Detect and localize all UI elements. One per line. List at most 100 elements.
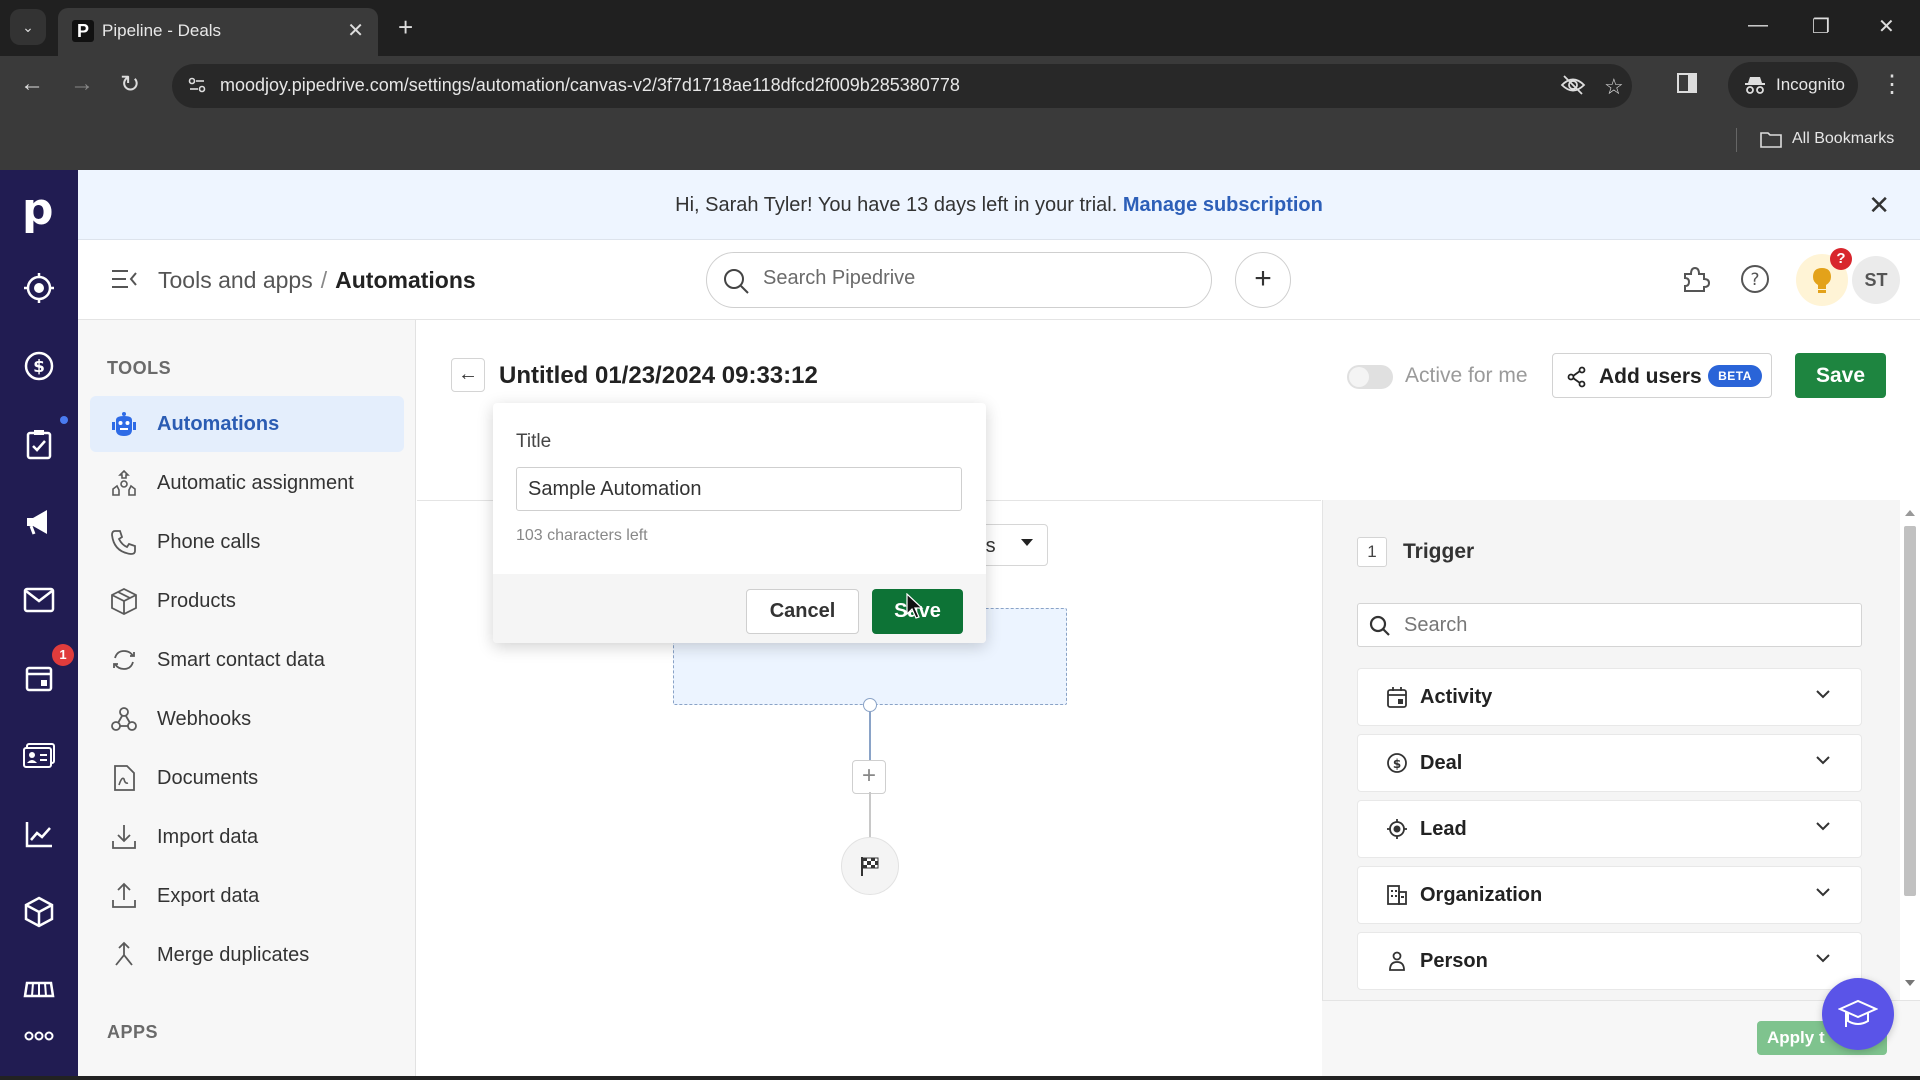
close-window-icon[interactable]: ✕ bbox=[1878, 14, 1895, 39]
close-banner-icon[interactable]: ✕ bbox=[1868, 190, 1890, 221]
add-step-button[interactable]: + bbox=[852, 760, 886, 794]
app-nav-rail: p $ 1 bbox=[0, 170, 78, 1080]
site-info-icon[interactable] bbox=[186, 74, 210, 98]
leads-icon[interactable] bbox=[19, 268, 59, 308]
help-icon[interactable]: ? bbox=[1740, 264, 1770, 294]
trigger-category-deal[interactable]: $ Deal bbox=[1357, 734, 1862, 792]
browser-tab[interactable]: P Pipeline - Deals ✕ bbox=[58, 8, 378, 56]
campaigns-icon[interactable] bbox=[19, 502, 59, 542]
all-bookmarks-button[interactable]: All Bookmarks bbox=[1760, 130, 1894, 148]
insights-icon[interactable] bbox=[19, 814, 59, 854]
chevron-down-icon bbox=[1815, 755, 1831, 765]
sidebar-item-smart-contact-data[interactable]: Smart contact data bbox=[90, 632, 404, 688]
browser-menu-icon[interactable]: ⋮ bbox=[1880, 70, 1904, 99]
close-tab-icon[interactable]: ✕ bbox=[347, 18, 364, 43]
active-toggle[interactable] bbox=[1347, 365, 1393, 389]
sidebar-item-label: Automations bbox=[157, 413, 280, 435]
forward-icon[interactable]: → bbox=[70, 70, 94, 98]
manage-subscription-link[interactable]: Manage subscription bbox=[1123, 194, 1323, 216]
trigger-panel-scrollbar[interactable] bbox=[1902, 510, 1918, 990]
pipedrive-favicon: P bbox=[72, 20, 94, 42]
step-number: 1 bbox=[1357, 537, 1387, 567]
side-panel-icon[interactable] bbox=[1676, 72, 1698, 94]
tools-heading: TOOLS bbox=[107, 358, 172, 378]
trigger-search[interactable] bbox=[1357, 603, 1862, 647]
cancel-button[interactable]: Cancel bbox=[746, 589, 859, 634]
sidebar-item-products[interactable]: Products bbox=[90, 573, 404, 629]
eye-off-icon[interactable] bbox=[1560, 74, 1586, 96]
more-icon[interactable] bbox=[19, 1016, 59, 1056]
trigger-search-input[interactable] bbox=[1404, 614, 1844, 637]
all-bookmarks-label: All Bookmarks bbox=[1792, 130, 1895, 147]
characters-left: 103 characters left bbox=[516, 527, 648, 544]
user-avatar[interactable]: ST bbox=[1852, 256, 1900, 304]
pipedrive-logo[interactable]: p bbox=[22, 184, 54, 235]
minimize-icon[interactable]: — bbox=[1748, 14, 1768, 37]
tab-search-button[interactable]: ⌄ bbox=[10, 9, 46, 45]
sidebar-item-automatic-assignment[interactable]: Automatic assignment bbox=[90, 455, 404, 511]
restore-icon[interactable]: ❐ bbox=[1812, 14, 1830, 39]
bookmark-star-icon[interactable]: ☆ bbox=[1604, 74, 1624, 100]
products-icon[interactable] bbox=[19, 892, 59, 932]
reload-icon[interactable]: ↻ bbox=[120, 70, 140, 99]
sidebar-item-label: Export data bbox=[157, 885, 260, 907]
sidebar-item-import-data[interactable]: Import data bbox=[90, 809, 404, 865]
sidebar-item-label: Documents bbox=[157, 767, 259, 789]
global-search[interactable] bbox=[706, 252, 1212, 308]
sidebar-item-automations[interactable]: Automations bbox=[90, 396, 404, 452]
trigger-category-lead[interactable]: Lead bbox=[1357, 800, 1862, 858]
title-input[interactable] bbox=[516, 467, 962, 511]
sidebar-item-webhooks[interactable]: Webhooks bbox=[90, 691, 404, 747]
scroll-down-icon[interactable] bbox=[1905, 980, 1915, 986]
contacts-icon[interactable] bbox=[19, 736, 59, 776]
breadcrumb: Tools and apps / Automations bbox=[158, 267, 476, 294]
sidebar-item-documents[interactable]: Documents bbox=[90, 750, 404, 806]
back-button[interactable]: ← bbox=[451, 358, 485, 392]
sidebar-item-label: Import data bbox=[157, 826, 259, 848]
document-icon bbox=[110, 764, 138, 792]
new-tab-button[interactable]: + bbox=[398, 12, 413, 43]
window-bottom-edge bbox=[0, 1076, 1920, 1080]
marketplace-icon[interactable] bbox=[19, 970, 59, 1010]
incognito-indicator[interactable]: Incognito bbox=[1728, 62, 1858, 108]
person-icon bbox=[1386, 950, 1410, 974]
trigger-category-activity[interactable]: Activity bbox=[1357, 668, 1862, 726]
add-users-button[interactable]: Add users BETA bbox=[1552, 353, 1772, 398]
back-icon[interactable]: ← bbox=[20, 70, 44, 98]
sidebar-item-export-data[interactable]: Export data bbox=[90, 868, 404, 924]
search-icon bbox=[721, 266, 751, 296]
scrollbar-thumb[interactable] bbox=[1904, 526, 1916, 896]
academy-button[interactable] bbox=[1822, 978, 1894, 1050]
category-label: Person bbox=[1420, 950, 1488, 972]
automation-title[interactable]: Untitled 01/23/2024 09:33:12 bbox=[499, 362, 818, 390]
scroll-up-icon[interactable] bbox=[1905, 510, 1915, 516]
global-search-input[interactable] bbox=[763, 267, 1183, 290]
trigger-category-person[interactable]: Person bbox=[1357, 932, 1862, 990]
calendar-icon[interactable] bbox=[19, 658, 59, 698]
active-for-me-label: Active for me bbox=[1405, 364, 1528, 387]
deals-icon[interactable]: $ bbox=[19, 346, 59, 386]
sidebar-item-phone-calls[interactable]: Phone calls bbox=[90, 514, 404, 570]
quick-add-button[interactable]: + bbox=[1235, 252, 1291, 308]
sidebar-item-merge-duplicates[interactable]: Merge duplicates bbox=[90, 927, 404, 983]
export-icon bbox=[110, 882, 138, 910]
trigger-category-organization[interactable]: Organization bbox=[1357, 866, 1862, 924]
extensions-puzzle-icon[interactable] bbox=[1680, 264, 1710, 294]
sidebar-item-label: Products bbox=[157, 590, 236, 612]
incognito-label: Incognito bbox=[1776, 75, 1845, 94]
sidebar-item-label: Merge duplicates bbox=[157, 944, 310, 966]
collapse-menu-icon[interactable] bbox=[110, 268, 138, 290]
target-icon bbox=[1386, 818, 1410, 842]
webhook-icon bbox=[110, 705, 138, 733]
mail-icon[interactable] bbox=[19, 580, 59, 620]
address-bar[interactable]: moodjoy.pipedrive.com/settings/automatio… bbox=[172, 64, 1632, 108]
trial-message: Hi, Sarah Tyler! You have 13 days left i… bbox=[78, 194, 1920, 217]
browser-tab-strip: ⌄ P Pipeline - Deals ✕ + — ❐ ✕ bbox=[0, 0, 1920, 56]
breadcrumb-tools-and-apps[interactable]: Tools and apps bbox=[158, 267, 313, 293]
sidebar-item-label: Webhooks bbox=[157, 708, 252, 730]
tasks-icon[interactable] bbox=[19, 424, 59, 464]
bookmarks-bar: All Bookmarks bbox=[0, 114, 1920, 170]
dollar-icon: $ bbox=[1386, 752, 1410, 776]
save-button[interactable]: Save bbox=[1795, 353, 1886, 398]
category-label: Deal bbox=[1420, 752, 1463, 774]
